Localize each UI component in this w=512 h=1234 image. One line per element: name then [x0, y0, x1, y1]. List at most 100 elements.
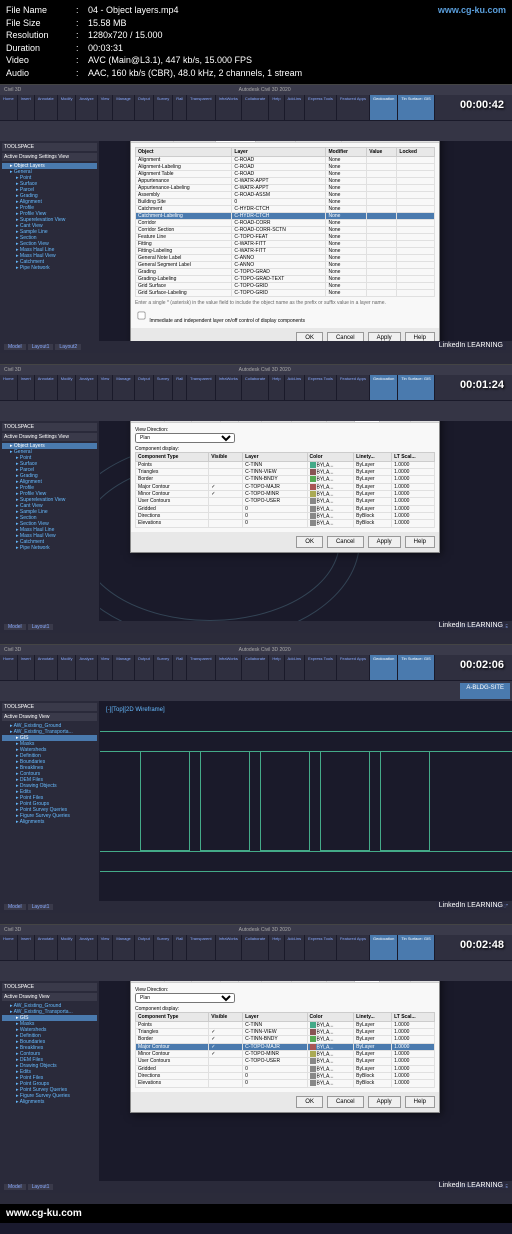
tree-item[interactable]: ▸ Alignments: [2, 1099, 97, 1105]
ribbon-tab[interactable]: Transparent: [187, 95, 215, 120]
ribbon-tab[interactable]: Featured Apps: [337, 655, 370, 680]
table-row[interactable]: Corridor SectionC-ROAD-CORR-SCTNNone: [136, 226, 435, 233]
ribbon-tab[interactable]: Analyze: [76, 375, 97, 400]
cancel-button[interactable]: Cancel: [327, 536, 364, 548]
table-row[interactable]: FittingC-WATR-FITTNone: [136, 240, 435, 247]
dialog-tab[interactable]: Triangles: [262, 421, 291, 422]
toolspace-panel[interactable]: TOOLSPACE Active Drawing Settings View ▸…: [0, 141, 100, 341]
dialog-tab[interactable]: Display: [355, 421, 380, 422]
ribbon-tab[interactable]: InfraWorks: [216, 95, 242, 120]
ribbon-tab[interactable]: Home: [0, 935, 18, 960]
component-display-table[interactable]: Component TypeVisibleLayerColorLinety...…: [135, 1012, 435, 1088]
ribbon-tab[interactable]: View: [98, 375, 114, 400]
apply-button[interactable]: Apply: [368, 536, 401, 548]
ok-button[interactable]: OK: [296, 332, 323, 341]
ribbon-tab[interactable]: View: [98, 935, 114, 960]
ribbon-tab[interactable]: Featured Apps: [337, 375, 370, 400]
ribbon-tab[interactable]: Add-ins: [285, 935, 306, 960]
ribbon-tab[interactable]: Modify: [58, 95, 77, 120]
dialog-tab[interactable]: Points: [239, 421, 262, 422]
table-row[interactable]: CorridorC-ROAD-CORRNone: [136, 219, 435, 226]
drawing-canvas[interactable]: Surface Style - Contours and Triangles× …: [100, 981, 512, 1181]
ribbon-tab[interactable]: InfraWorks: [216, 375, 242, 400]
ribbon-tab[interactable]: Insert: [18, 935, 35, 960]
dialog-tab[interactable]: Transformation: [174, 141, 216, 142]
dialog-tab[interactable]: Borders: [165, 981, 192, 982]
table-row[interactable]: TrianglesC-TINN-VIEWBYLA...ByLayer1.0000: [136, 468, 435, 475]
dialog-tab[interactable]: Summary: [380, 421, 410, 422]
table-row[interactable]: Minor Contour✓C-TOPO-MINRBYLA...ByLayer1…: [136, 490, 435, 497]
ribbon-tab[interactable]: Express Tools: [305, 935, 337, 960]
ribbon-tab[interactable]: Home: [0, 375, 18, 400]
ribbon-tab[interactable]: Manage: [113, 655, 134, 680]
table-row[interactable]: Catchment-LabelingC-HYDR-CTCHNone: [136, 212, 435, 219]
ribbon-tab[interactable]: Featured Apps: [337, 95, 370, 120]
table-row[interactable]: AssemblyC-ROAD-ASSMNone: [136, 191, 435, 198]
ribbon-tab[interactable]: Annotate: [35, 375, 58, 400]
dialog-tab[interactable]: Contours: [192, 421, 221, 422]
cancel-button[interactable]: Cancel: [327, 332, 364, 341]
ribbon-tab[interactable]: Modify: [58, 935, 77, 960]
table-row[interactable]: Elevations0BYLA...ByBlock1.0000: [136, 1080, 435, 1087]
ok-button[interactable]: OK: [296, 1096, 323, 1108]
ribbon-tab[interactable]: Output: [135, 95, 154, 120]
dialog-tab[interactable]: Analysis: [327, 981, 355, 982]
ribbon-tab[interactable]: InfraWorks: [216, 655, 242, 680]
table-row[interactable]: Directions0BYLA...ByBlock1.0000: [136, 1072, 435, 1079]
dialog-tab[interactable]: Contours: [192, 981, 221, 982]
toolspace-panel[interactable]: TOOLSPACE Active Drawing Settings View ▸…: [0, 421, 100, 621]
dialog-tab[interactable]: Borders: [165, 421, 192, 422]
table-row[interactable]: User ContoursC-TOPO-USERBYLA...ByLayer1.…: [136, 1058, 435, 1065]
ribbon-tab[interactable]: Help: [269, 935, 284, 960]
table-row[interactable]: Alignment TableC-ROADNone: [136, 170, 435, 177]
tree-item[interactable]: ▸ Pipe Network: [2, 545, 97, 551]
ribbon-tab[interactable]: Collaborate: [242, 935, 269, 960]
ribbon-tab[interactable]: Insert: [18, 95, 35, 120]
ribbon-tab[interactable]: Featured Apps: [337, 935, 370, 960]
table-row[interactable]: Building Site0None: [136, 198, 435, 205]
dialog-tab[interactable]: Triangles: [262, 981, 291, 982]
dialog-tab[interactable]: Analysis: [327, 421, 355, 422]
ribbon-tab[interactable]: Rail: [173, 655, 187, 680]
toolspace-panel[interactable]: TOOLSPACE Active Drawing View ▸ AW_Exist…: [0, 981, 100, 1181]
ribbon-tab[interactable]: Rail: [173, 375, 187, 400]
ribbon-tab[interactable]: Analyze: [76, 935, 97, 960]
ribbon-tab[interactable]: Collaborate: [242, 95, 269, 120]
ribbon-tab[interactable]: Insert: [18, 655, 35, 680]
ribbon-tab[interactable]: Survey: [154, 95, 173, 120]
ribbon-tab[interactable]: Tin Surface: GIS: [398, 95, 434, 120]
ribbon-tab[interactable]: Express Tools: [305, 655, 337, 680]
ribbon-tab[interactable]: Add-ins: [285, 95, 306, 120]
apply-button[interactable]: Apply: [368, 332, 401, 341]
table-row[interactable]: Grid SurfaceC-TOPO-GRIDNone: [136, 282, 435, 289]
dialog-tab[interactable]: Grid: [221, 981, 239, 982]
dialog-tab[interactable]: Information: [131, 421, 165, 422]
dialog-tab[interactable]: Summary: [380, 981, 410, 982]
table-row[interactable]: Triangles✓C-TINN-VIEWBYLA...ByLayer1.000…: [136, 1028, 435, 1035]
view-direction-select[interactable]: Plan: [135, 993, 235, 1003]
apply-button[interactable]: Apply: [368, 1096, 401, 1108]
component-display-table[interactable]: Component TypeVisibleLayerColorLinety...…: [135, 452, 435, 528]
ribbon-tab[interactable]: Tin Surface: GIS: [398, 375, 434, 400]
table-row[interactable]: CatchmentC-HYDR-CTCHNone: [136, 205, 435, 212]
drawing-canvas[interactable]: Drawing Settings - Object Layers× Units …: [100, 141, 512, 341]
help-button[interactable]: Help: [405, 1096, 435, 1108]
ribbon-tab[interactable]: Geolocation: [370, 95, 398, 120]
ribbon-tab[interactable]: InfraWorks: [216, 935, 242, 960]
ribbon-tab[interactable]: Insert: [18, 375, 35, 400]
table-row[interactable]: General Note LabelC-ANNONone: [136, 254, 435, 261]
dialog-tab[interactable]: Ambient Settings: [296, 141, 343, 142]
ribbon-tab[interactable]: Modify: [58, 655, 77, 680]
table-row[interactable]: Fitting-LabelingC-WATR-FITTNone: [136, 247, 435, 254]
drawing-canvas[interactable]: Surface Style - Contours 1' and 5' (Back…: [100, 421, 512, 621]
table-row[interactable]: AlignmentC-ROADNone: [136, 156, 435, 163]
ribbon-tab[interactable]: Survey: [154, 375, 173, 400]
help-button[interactable]: Help: [405, 536, 435, 548]
view-direction-select[interactable]: Plan: [135, 433, 235, 443]
ribbon-tab[interactable]: Annotate: [35, 95, 58, 120]
table-row[interactable]: PointsC-TINNBYLA...ByLayer1.0000: [136, 1021, 435, 1028]
layer-control-checkbox[interactable]: [138, 311, 146, 319]
ribbon-tab[interactable]: Help: [269, 95, 284, 120]
ribbon-tab[interactable]: Analyze: [76, 655, 97, 680]
table-row[interactable]: Gridded0BYLA...ByLayer1.0000: [136, 505, 435, 512]
